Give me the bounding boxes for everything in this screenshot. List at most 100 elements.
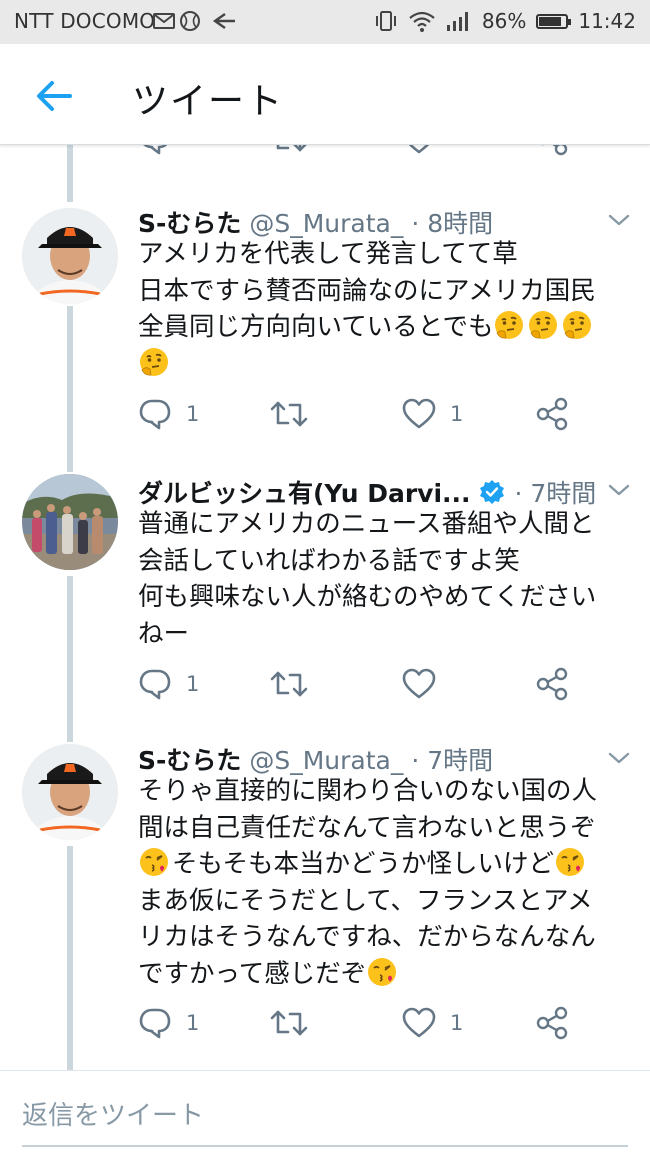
like-count: 1 <box>450 1011 464 1035</box>
retweet-icon <box>270 397 308 431</box>
tweet-header: S-むらた @S_Murata_ · 7時間 <box>138 741 493 777</box>
tweet-line: まあ仮にそうだとして、フランスとアメ <box>138 885 593 916</box>
tweet-header: ダルビッシュ有(Yu Darvi... · 7時間 <box>138 474 596 510</box>
tweet-line: 普通にアメリカのニュース番組や人間と <box>138 509 595 539</box>
avatar[interactable] <box>22 208 118 304</box>
tweet-text: アメリカを代表して発言してて草 日本ですら賛否両論なのにアメリカ国民 全員同じ方… <box>138 236 634 382</box>
reply-count: 1 <box>186 672 200 696</box>
share-icon <box>535 397 569 431</box>
tweet-text: 普通にアメリカのニュース番組や人間と 会話していればわかる話ですよ笑 何も興味な… <box>138 506 634 652</box>
thinking-face-emoji <box>493 309 525 341</box>
like-button[interactable]: 1 <box>402 397 463 431</box>
tweet-line: そりゃ直接的に関わり合いのない国の人 <box>138 776 598 806</box>
timestamp: · 7時間 <box>514 479 597 508</box>
battery-percent: 86% <box>481 9 527 33</box>
page-title: ツイート <box>132 81 285 122</box>
share-button[interactable] <box>535 397 569 431</box>
share-button[interactable] <box>535 667 569 701</box>
clock: 11:42 <box>578 9 636 33</box>
chevron-down-icon[interactable] <box>606 480 632 500</box>
wifi-icon <box>409 11 435 32</box>
retweet-button[interactable] <box>270 397 308 431</box>
retweet-button[interactable] <box>270 667 308 701</box>
battery-icon <box>536 13 572 29</box>
tweet-text: そりゃ直接的に関わり合いのない国の人 間は自己責任だなんて言わないと思うぞ そも… <box>138 773 634 992</box>
thread-line <box>67 306 73 472</box>
thread-line <box>67 144 73 202</box>
thinking-face-emoji <box>561 309 593 341</box>
like-icon <box>402 397 436 431</box>
username: @S_Murata_ <box>249 746 404 775</box>
share-button[interactable] <box>535 1006 569 1040</box>
tweet-line: ですかって感じだぞ <box>138 956 634 993</box>
thinking-face-emoji <box>527 309 559 341</box>
tweet-line: そもそも本当かどうか怪しいけど <box>138 846 634 883</box>
notification-icons <box>153 9 237 38</box>
tweet-line: 間は自己責任だなんて言わないと思うぞ <box>138 812 596 843</box>
tweet-line <box>138 346 634 383</box>
tweet-line: 何も興味ない人が絡むのやめてください <box>138 582 597 612</box>
avatar[interactable] <box>22 474 118 570</box>
tweet-line: ねー <box>138 618 190 649</box>
reply-icon <box>138 1006 172 1040</box>
tweet-actions: 1 <box>138 667 578 701</box>
like-count: 1 <box>450 402 464 426</box>
app-header: ツイート <box>0 44 650 145</box>
notification-icons-graphic <box>153 11 235 31</box>
tweet-line-text: そもそも本当かどうか怪しいけど <box>172 849 554 879</box>
reply-input[interactable]: 返信をツイート <box>22 1095 628 1147</box>
avatar-image <box>22 208 118 304</box>
reply-button[interactable]: 1 <box>138 667 199 701</box>
tweet-line: 会話していればわかる話ですよ笑 <box>138 545 520 576</box>
tweet-line: アメリカを代表して発言してて草 <box>138 239 518 269</box>
tweet-line-text: ですかって感じだぞ <box>138 958 367 989</box>
chevron-down-icon[interactable] <box>606 210 632 230</box>
display-name[interactable]: S-むらた <box>138 209 241 238</box>
chevron-down-icon[interactable] <box>606 748 632 768</box>
status-right: 86% 11:42 <box>374 9 636 33</box>
like-icon <box>402 667 436 701</box>
timestamp: · 7時間 <box>411 746 494 775</box>
avatar[interactable] <box>22 744 118 840</box>
back-arrow-icon[interactable] <box>32 74 76 118</box>
tweet-header: S-むらた @S_Murata_ · 8時間 <box>138 204 493 240</box>
reply-bar: 返信をツイート <box>0 1070 650 1157</box>
reply-button[interactable]: 1 <box>138 1006 199 1040</box>
thread-line <box>67 576 73 742</box>
reply-count: 1 <box>186 1011 200 1035</box>
signal-icon <box>446 12 468 31</box>
vibrate-icon <box>375 11 396 31</box>
battery-fill <box>539 16 562 26</box>
reply-icon <box>138 667 172 701</box>
reply-icon <box>138 397 172 431</box>
avatar-image <box>22 744 118 840</box>
display-name[interactable]: S-むらた <box>138 746 241 775</box>
retweet-button[interactable] <box>270 1006 308 1040</box>
thread-line <box>67 846 73 1070</box>
username: @S_Murata_ <box>249 209 404 238</box>
share-icon <box>535 1006 569 1040</box>
status-bar: NTT DOCOMO 86% 11:42 <box>0 0 650 44</box>
tweet-actions: 1 1 <box>138 1006 578 1040</box>
kissing-face-emoji <box>138 846 170 878</box>
thinking-face-emoji <box>138 346 170 378</box>
carrier-label: NTT DOCOMO <box>14 9 156 33</box>
like-button[interactable]: 1 <box>402 1006 463 1040</box>
tweet-line: 全員同じ方向向いているとでも <box>138 309 634 346</box>
retweet-icon <box>270 667 308 701</box>
display-name[interactable]: ダルビッシュ有(Yu Darvi... <box>138 479 471 508</box>
kissing-face-emoji <box>366 956 398 988</box>
retweet-icon <box>270 1006 308 1040</box>
share-icon <box>535 667 569 701</box>
tweet-actions: 1 1 <box>138 397 578 431</box>
kissing-face-emoji <box>554 846 586 878</box>
tweet-line-text: 全員同じ方向向いているとでも <box>138 312 494 342</box>
tweet-line: リカはそうなんですね、だからなんなん <box>138 922 596 952</box>
tweet-line: 日本ですら賛否両論なのにアメリカ国民 <box>138 275 596 306</box>
timestamp: · 8時間 <box>411 209 494 238</box>
reply-button[interactable]: 1 <box>138 397 199 431</box>
verified-badge-icon <box>479 480 504 504</box>
like-button[interactable] <box>402 667 436 701</box>
like-icon <box>402 1006 436 1040</box>
reply-count: 1 <box>186 402 200 426</box>
